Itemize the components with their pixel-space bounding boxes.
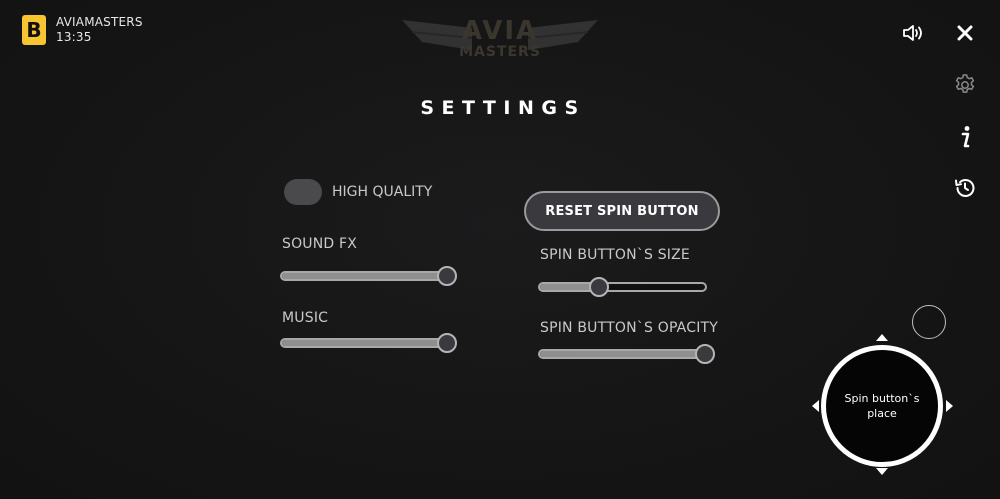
music-slider-fill bbox=[282, 340, 453, 346]
music-label: MUSIC bbox=[282, 310, 329, 326]
sound-fx-slider-fill bbox=[282, 273, 453, 279]
history-button[interactable] bbox=[951, 174, 979, 202]
spin-size-slider[interactable] bbox=[538, 277, 707, 297]
spin-size-slider-thumb[interactable] bbox=[588, 277, 609, 297]
high-quality-toggle[interactable] bbox=[284, 179, 322, 205]
spin-button-placeholder[interactable]: Spin button`s place bbox=[821, 345, 943, 467]
game-logo-line1: AVIA bbox=[461, 16, 539, 46]
brand-header: B AVIAMASTERS 13:35 bbox=[22, 15, 143, 45]
settings-button[interactable] bbox=[951, 71, 979, 99]
close-button[interactable] bbox=[952, 20, 978, 46]
spin-size-label: SPIN BUTTON`S SIZE bbox=[540, 247, 690, 263]
sound-fx-slider-thumb[interactable] bbox=[437, 266, 457, 286]
music-slider[interactable] bbox=[280, 333, 457, 353]
sound-fx-slider[interactable] bbox=[280, 266, 457, 286]
move-down-arrow-icon[interactable] bbox=[876, 468, 888, 475]
page-title: SETTINGS bbox=[420, 97, 586, 119]
high-quality-label: HIGH QUALITY bbox=[332, 184, 433, 200]
spin-opacity-slider-fill bbox=[540, 351, 711, 357]
move-left-arrow-icon[interactable] bbox=[812, 400, 819, 412]
move-right-arrow-icon[interactable] bbox=[946, 400, 953, 412]
move-up-arrow-icon[interactable] bbox=[876, 334, 888, 341]
sound-fx-label: SOUND FX bbox=[282, 236, 358, 252]
info-button[interactable] bbox=[952, 123, 978, 151]
info-icon bbox=[961, 126, 970, 148]
close-icon bbox=[957, 25, 973, 41]
brand-info: AVIAMASTERS 13:35 bbox=[56, 15, 143, 45]
spin-opacity-slider[interactable] bbox=[538, 344, 715, 364]
game-logo: AVIA MASTERS bbox=[402, 10, 598, 66]
speaker-icon bbox=[903, 25, 922, 41]
spin-preview-circle[interactable] bbox=[912, 305, 946, 339]
spin-opacity-slider-thumb[interactable] bbox=[695, 344, 715, 364]
music-slider-thumb[interactable] bbox=[437, 333, 457, 353]
history-icon bbox=[955, 179, 975, 197]
game-logo-line2: MASTERS bbox=[459, 44, 541, 60]
brand-name: AVIAMASTERS bbox=[56, 15, 143, 29]
sound-button[interactable] bbox=[900, 20, 926, 46]
reset-spin-button[interactable]: RESET SPIN BUTTON bbox=[524, 191, 720, 231]
clock-time: 13:35 bbox=[56, 30, 92, 44]
spin-placeholder-text: Spin button`s place bbox=[844, 392, 920, 420]
gear-icon bbox=[955, 74, 975, 93]
brand-logo: B bbox=[22, 15, 46, 45]
spin-opacity-label: SPIN BUTTON`S OPACITY bbox=[540, 320, 719, 336]
settings-screen: B AVIAMASTERS 13:35 AVIA MASTERS SETTING… bbox=[0, 0, 1000, 499]
